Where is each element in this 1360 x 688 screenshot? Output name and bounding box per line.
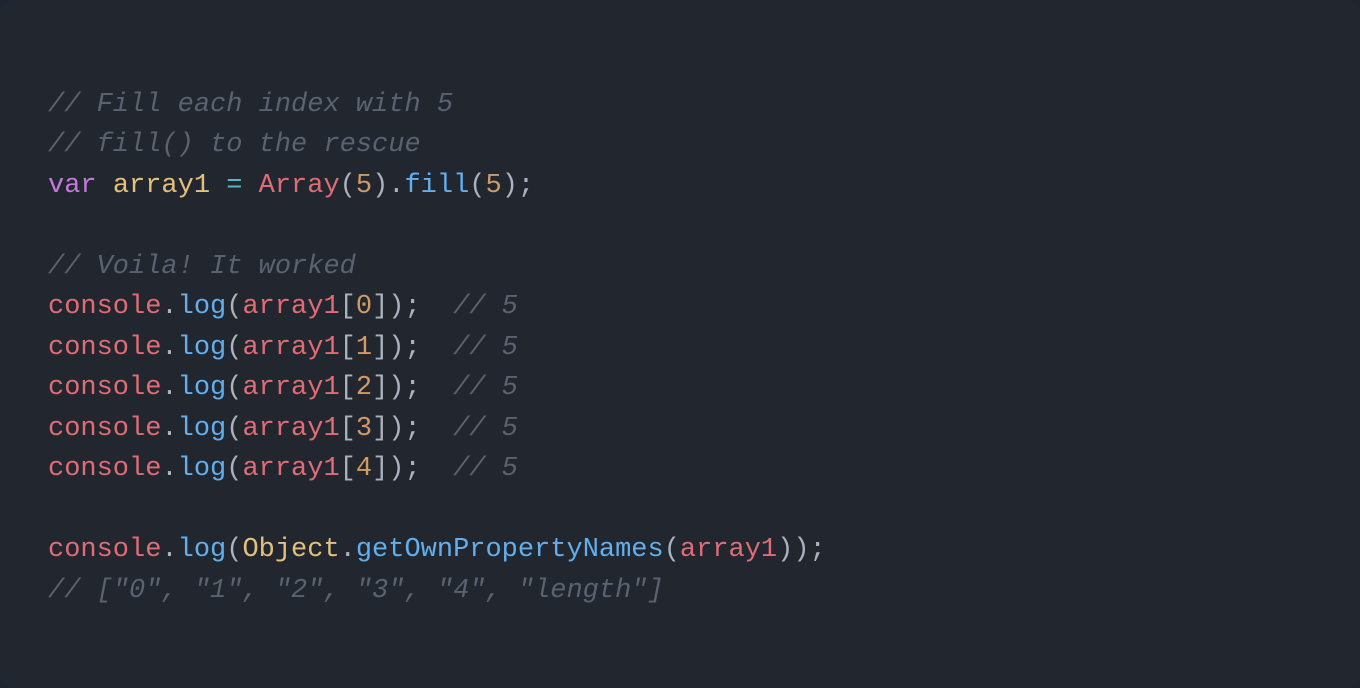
log-fn-2: log [178,373,227,403]
arr-ref-4: array1 [242,454,339,484]
console-obj-5: console [48,535,161,565]
operator-equals: = [226,171,242,201]
paren-close: ) [372,171,388,201]
result-0: // 5 [453,292,518,322]
arr-ref-2: array1 [242,373,339,403]
comment-line-1: // Fill each index with 5 [48,90,453,120]
log-fn-3: log [178,414,227,444]
keyword-var: var [48,171,97,201]
dot: . [388,171,404,201]
identifier-array1: array1 [113,171,210,201]
log-fn-0: log [178,292,227,322]
paren-close-2: ) [502,171,518,201]
result-array: // ["0", "1", "2", "3", "4", "length"] [48,576,664,606]
console-obj-3: console [48,414,161,444]
index-3: 3 [356,414,372,444]
paren-open: ( [340,171,356,201]
number-5a: 5 [356,171,372,201]
comment-line-3: // Voila! It worked [48,252,356,282]
get-own-property-names: getOwnPropertyNames [356,535,664,565]
console-obj-4: console [48,454,161,484]
arr-ref-5: array1 [680,535,777,565]
semicolon: ; [518,171,534,201]
number-5b: 5 [485,171,501,201]
result-3: // 5 [453,414,518,444]
comment-line-2: // fill() to the rescue [48,130,421,160]
ctor-array: Array [259,171,340,201]
index-1: 1 [356,333,372,363]
method-fill: fill [404,171,469,201]
arr-ref-3: array1 [242,414,339,444]
result-2: // 5 [453,373,518,403]
log-fn-1: log [178,333,227,363]
index-0: 0 [356,292,372,322]
console-obj-0: console [48,292,161,322]
code-block: // Fill each index with 5 // fill() to t… [0,0,1360,688]
console-obj-1: console [48,333,161,363]
log-fn-4: log [178,454,227,484]
object-global: Object [242,535,339,565]
arr-ref-1: array1 [242,333,339,363]
arr-ref-0: array1 [242,292,339,322]
console-obj-2: console [48,373,161,403]
index-2: 2 [356,373,372,403]
result-4: // 5 [453,454,518,484]
index-4: 4 [356,454,372,484]
paren-open-2: ( [469,171,485,201]
log-fn-5: log [178,535,227,565]
result-1: // 5 [453,333,518,363]
